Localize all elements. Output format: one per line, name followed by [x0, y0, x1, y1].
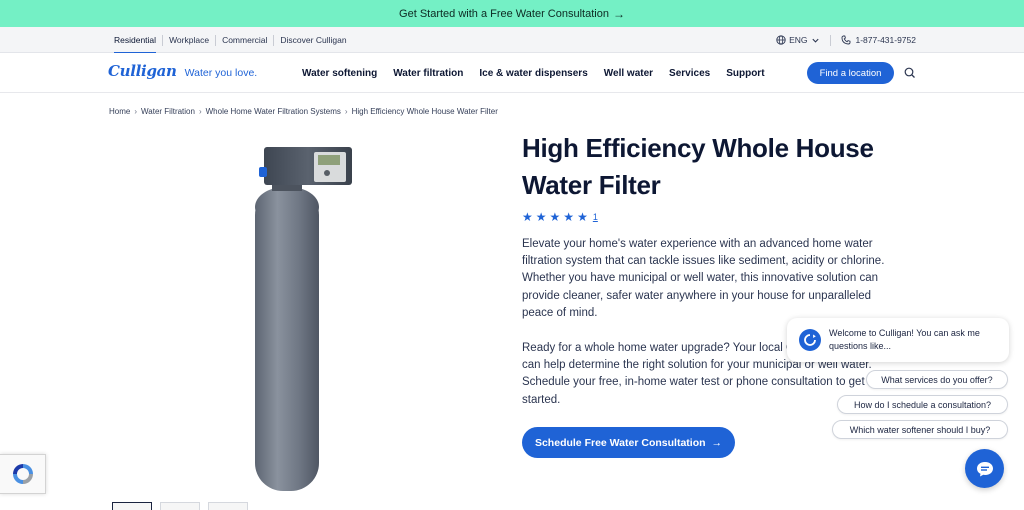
chat-greeting-text: Welcome to Culligan! You can ask me ques… — [829, 328, 980, 351]
star-rating[interactable]: ★ ★ ★ ★ ★ 1 — [522, 210, 598, 224]
audience-tabs: Residential Workplace Commercial Discove… — [110, 27, 353, 54]
promo-text[interactable]: Get Started with a Free Water Consultati… — [399, 8, 609, 20]
chat-suggestion[interactable]: How do I schedule a consultation? — [837, 395, 1008, 414]
breadcrumb-whole-home[interactable]: Whole Home Water Filtration Systems — [206, 107, 341, 116]
utility-bar: Residential Workplace Commercial Discove… — [0, 27, 1024, 54]
thumbnail[interactable] — [160, 502, 200, 510]
chat-icon — [976, 461, 993, 476]
brand-name: Culligan — [108, 62, 177, 80]
product-image — [255, 147, 352, 491]
tab-workplace[interactable]: Workplace — [163, 34, 217, 46]
star-icon: ★ — [563, 210, 575, 224]
breadcrumb-home[interactable]: Home — [109, 107, 130, 116]
recaptcha-badge[interactable] — [0, 454, 46, 494]
star-icon: ★ — [535, 210, 547, 224]
chevron-right-icon: › — [344, 107, 348, 116]
nav-services[interactable]: Services — [669, 68, 710, 79]
chevron-down-icon — [811, 38, 819, 43]
chevron-right-icon: › — [134, 107, 138, 116]
nav-support[interactable]: Support — [726, 68, 764, 79]
chat-suggestion[interactable]: What services do you offer? — [866, 370, 1008, 389]
product-title: High Efficiency Whole House Water Filter — [522, 133, 874, 200]
chevron-right-icon: › — [198, 107, 202, 116]
thumbnail[interactable] — [112, 502, 152, 510]
recaptcha-icon — [12, 464, 33, 484]
cta-label: Schedule Free Water Consultation — [534, 436, 706, 449]
main-nav: Culligan Water you love. Water softening… — [0, 53, 1024, 93]
tab-commercial[interactable]: Commercial — [216, 34, 275, 46]
arrow-right-icon: → — [711, 436, 723, 449]
nav-well-water[interactable]: Well water — [604, 68, 653, 79]
promo-banner[interactable]: Get Started with a Free Water Consultati… — [0, 0, 1024, 27]
breadcrumb: Home › Water Filtration › Whole Home Wat… — [109, 107, 498, 116]
primary-nav-links: Water softening Water filtration Ice & w… — [302, 53, 765, 93]
culligan-logo[interactable]: Culligan Water you love. — [108, 62, 257, 80]
thumbnail-strip — [112, 502, 248, 510]
arrow-right-icon: → — [612, 6, 625, 21]
nav-ice-water-dispensers[interactable]: Ice & water dispensers — [479, 68, 587, 79]
breadcrumb-water-filtration[interactable]: Water Filtration — [141, 107, 195, 116]
schedule-consultation-button[interactable]: Schedule Free Water Consultation → — [522, 427, 735, 458]
chat-launcher-button[interactable] — [965, 449, 1004, 488]
phone-link[interactable]: 1-877-431-9752 — [841, 35, 917, 45]
utility-right: ENG 1-877-431-9752 — [776, 27, 916, 53]
language-label: ENG — [789, 35, 808, 45]
nav-water-filtration[interactable]: Water filtration — [393, 68, 463, 79]
product-description: Elevate your home's water experience wit… — [522, 238, 885, 319]
chat-avatar-icon — [799, 329, 821, 351]
thumbnail[interactable] — [208, 502, 248, 510]
language-selector[interactable]: ENG — [776, 34, 831, 46]
brand-tagline: Water you love. — [184, 67, 258, 79]
tab-residential[interactable]: Residential — [110, 34, 164, 54]
star-icon: ★ — [549, 210, 561, 224]
tab-discover-culligan[interactable]: Discover Culligan — [274, 35, 352, 46]
globe-icon — [776, 35, 786, 45]
star-icon: ★ — [522, 210, 533, 224]
review-count[interactable]: 1 — [593, 212, 598, 222]
nav-water-softening[interactable]: Water softening — [302, 68, 377, 79]
chat-greeting: Welcome to Culligan! You can ask me ques… — [787, 318, 1009, 362]
breadcrumb-current: High Efficiency Whole House Water Filter — [351, 107, 498, 116]
phone-icon — [841, 35, 850, 45]
star-icon: ★ — [577, 210, 588, 224]
chat-suggestion[interactable]: Which water softener should I buy? — [832, 420, 1008, 439]
search-icon[interactable] — [903, 66, 917, 80]
find-location-button[interactable]: Find a location — [807, 62, 894, 84]
phone-number: 1-877-431-9752 — [855, 35, 917, 45]
